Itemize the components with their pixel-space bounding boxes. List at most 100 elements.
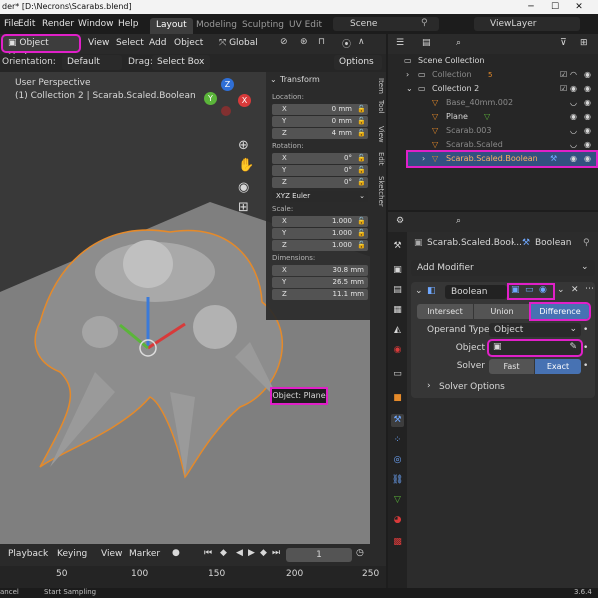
dimensions-y-field[interactable]: Y 26.5 mm [272, 277, 368, 288]
orientation-dropdown[interactable]: Default [62, 55, 122, 70]
eye-icon[interactable]: ◉ [570, 152, 577, 166]
scale-x-field[interactable]: X 1.000 🔓 [272, 216, 368, 227]
particles-tab-icon[interactable]: ⁘ [391, 434, 404, 447]
lock-icon[interactable]: 🔓 [357, 216, 366, 227]
camera-icon[interactable]: ◉ [584, 68, 591, 82]
menu-keying[interactable]: Keying [57, 549, 87, 559]
outliner-row[interactable]: ▭ Scene Collection [388, 54, 598, 68]
data-tab-icon[interactable]: ▽ [391, 494, 404, 507]
close-button[interactable]: ✕ [568, 0, 590, 14]
rotation-x-field[interactable]: X 0° 🔓 [272, 153, 368, 164]
checkbox-icon[interactable]: ☑ [560, 82, 567, 96]
menu-select[interactable]: Select [116, 38, 144, 48]
add-modifier-button[interactable]: Add Modifier ⌄ [411, 260, 595, 276]
eye-closed-icon[interactable]: ◡ [570, 138, 577, 152]
lock-icon[interactable]: 🔓 [357, 153, 366, 164]
eye-closed-icon[interactable]: ◡ [570, 96, 577, 110]
remove-modifier-icon[interactable]: ✕ [571, 285, 579, 295]
display-mode-icon[interactable]: ▤ [422, 38, 431, 48]
camera-icon[interactable]: ◉ [584, 138, 591, 152]
scene-tab-icon[interactable]: ◭ [391, 324, 404, 337]
gizmo-x[interactable]: X [238, 94, 251, 107]
keyframe-dot-icon[interactable]: • [583, 343, 588, 353]
prev-key-icon[interactable]: ◆ [220, 548, 227, 558]
tab-item[interactable]: Item [371, 78, 385, 94]
tab-tool[interactable]: Tool [371, 100, 385, 114]
rotation-z-field[interactable]: Z 0° 🔓 [272, 177, 368, 188]
operation-union[interactable]: Union [474, 304, 530, 319]
jump-end-icon[interactable]: ⏭ [272, 548, 280, 558]
object-tab-icon[interactable]: ■ [391, 392, 404, 405]
gizmo-y[interactable]: Y [204, 92, 217, 105]
jump-start-icon[interactable]: ⏮ [204, 548, 212, 558]
view-layer-selector[interactable]: ViewLayer [474, 17, 580, 31]
scale-y-field[interactable]: Y 1.000 🔓 [272, 228, 368, 239]
timeline-ruler[interactable]: 50 100 150 200 250 [0, 566, 386, 588]
tab-layout[interactable]: Layout [150, 18, 193, 34]
eye-closed-icon[interactable]: ◡ [570, 124, 577, 138]
lock-icon[interactable]: 🔓 [357, 228, 366, 239]
operand-type-dropdown[interactable]: Object ⌄ [489, 323, 581, 337]
collection-tab-icon[interactable]: ▭ [391, 368, 404, 381]
outliner-row[interactable]: ▽ Scarab.Scaled ◡ ◉ [388, 138, 598, 152]
eye-icon[interactable]: ◠ [570, 68, 577, 82]
lock-icon[interactable]: 🔓 [357, 240, 366, 251]
output-tab-icon[interactable]: ▤ [391, 284, 404, 297]
new-collection-icon[interactable]: ⊞ [580, 38, 588, 48]
render-display-icon[interactable]: ◉ [539, 285, 547, 295]
gizmo-neg-x[interactable] [221, 106, 231, 116]
lock-icon[interactable]: 🔓 [357, 104, 366, 115]
play-icon[interactable]: ▶ [248, 548, 255, 558]
location-y-field[interactable]: Y 0 mm 🔓 [272, 116, 368, 127]
camera-icon[interactable]: ◉ [584, 96, 591, 110]
rotation-y-field[interactable]: Y 0° 🔓 [272, 165, 368, 176]
pin-icon[interactable]: ⚲ [583, 238, 590, 248]
eye-icon[interactable]: ◉ [570, 110, 577, 124]
lock-icon[interactable]: 🔓 [357, 177, 366, 188]
menu-marker[interactable]: Marker [129, 549, 160, 559]
tool-tab-icon[interactable]: ⚒ [391, 240, 404, 253]
operation-difference[interactable]: Difference [529, 302, 591, 321]
location-z-field[interactable]: Z 4 mm 🔓 [272, 128, 368, 139]
modifier-tab-icon[interactable]: ⚒ [391, 414, 404, 427]
edit-mode-icon[interactable]: ▣ [511, 285, 520, 295]
magnet-icon[interactable]: ⊓ [318, 37, 325, 47]
camera-icon[interactable]: ◉ [584, 82, 591, 96]
solver-options-subpanel[interactable]: › Solver Options [417, 380, 589, 394]
falloff-icon[interactable]: ∧ [358, 37, 365, 47]
camera-icon[interactable]: ◉ [238, 180, 249, 195]
expand-icon[interactable]: › [406, 68, 409, 82]
dimensions-z-field[interactable]: Z 11.1 mm [272, 289, 368, 300]
solver-exact[interactable]: Exact [535, 359, 581, 374]
checkbox-icon[interactable]: ☑ [560, 68, 567, 82]
play-reverse-icon[interactable]: ◀ [236, 548, 243, 558]
outliner-row-selected[interactable]: › ▽ Scarab.Scaled.Boolean ⚒ ◉ ◉ [406, 150, 598, 168]
outliner-row[interactable]: ⌄ ▭ Collection 2 ☑ ◉ ◉ [388, 82, 598, 96]
tab-modeling[interactable]: Modeling [190, 18, 243, 34]
tab-view[interactable]: View [371, 126, 385, 143]
camera-icon[interactable]: ◉ [584, 110, 591, 124]
eye-icon[interactable]: ◉ [570, 82, 577, 96]
outliner-row[interactable]: › ▭ Collection 5 ☑ ◠ ◉ [388, 68, 598, 82]
zoom-icon[interactable]: ⊕ [238, 138, 249, 153]
outliner-row[interactable]: ▽ Plane ▽ ◉ ◉ [388, 110, 598, 124]
menu-view[interactable]: View [88, 38, 109, 48]
properties-search-input[interactable]: ⌕ [452, 215, 552, 229]
current-frame-field[interactable]: 1 [286, 548, 352, 562]
tab-sculpting[interactable]: Sculpting [236, 18, 290, 34]
operation-intersect[interactable]: Intersect [417, 304, 473, 319]
rotation-mode-dropdown[interactable]: XYZ Euler ⌄ [272, 191, 368, 202]
keyframe-dot-icon[interactable]: • [583, 325, 588, 335]
scale-z-field[interactable]: Z 1.000 🔓 [272, 240, 368, 251]
next-key-icon[interactable]: ◆ [260, 548, 267, 558]
constraints-tab-icon[interactable]: ⛓ [391, 474, 404, 487]
material-tab-icon[interactable]: ◕ [391, 514, 404, 527]
gizmo-z[interactable]: Z [221, 78, 234, 91]
outliner-row[interactable]: ▽ Base_40mm.002 ◡ ◉ [388, 96, 598, 110]
outliner-search-input[interactable]: ⌕ [452, 37, 552, 51]
drag-dropdown[interactable]: Select Box [152, 55, 210, 70]
record-icon[interactable]: ● [172, 548, 180, 558]
scene-selector[interactable]: Scene ⚲ [333, 17, 439, 31]
modifier-name-field[interactable]: Boolean [445, 285, 507, 299]
filter-icon[interactable]: ⊽ [560, 38, 567, 48]
